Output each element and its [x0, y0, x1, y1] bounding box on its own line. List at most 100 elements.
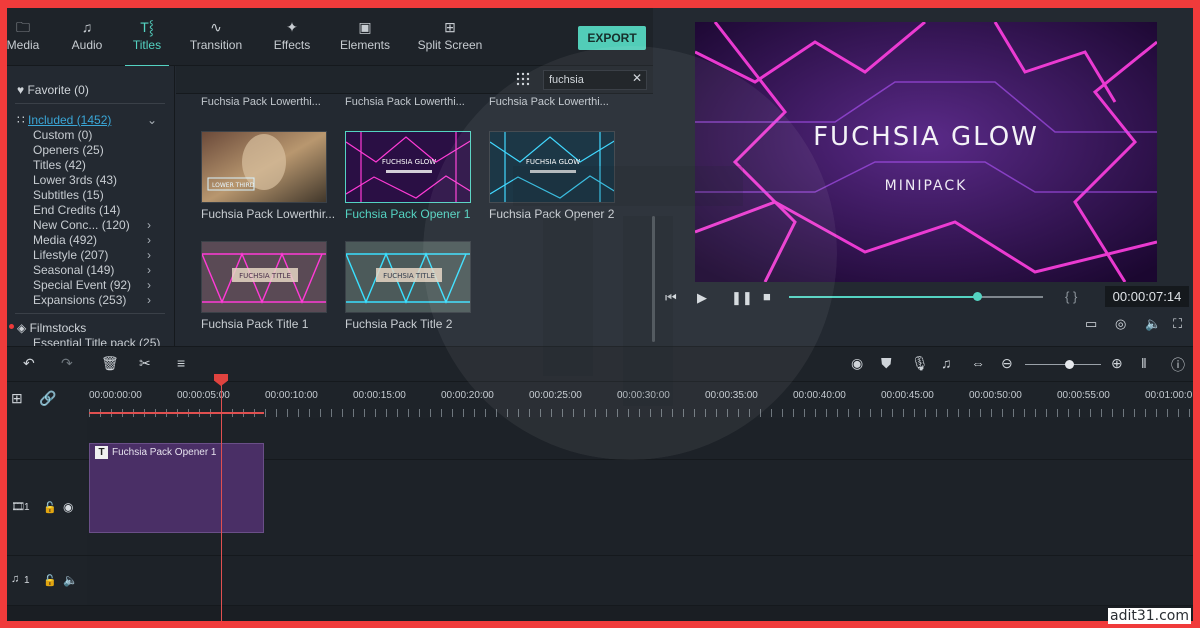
previous-frame-icon[interactable]: ⏮ — [665, 290, 677, 306]
thumbnail-label: Fuchsia Pack Lowerthir... — [201, 207, 336, 221]
chevron-right-icon[interactable]: › — [147, 293, 151, 307]
sidebar-item-lower-3rds[interactable]: Lower 3rds (43) — [33, 173, 117, 187]
chevron-right-icon[interactable]: › — [147, 263, 151, 277]
playhead-line[interactable] — [221, 384, 222, 621]
timeline-played-range — [89, 412, 264, 414]
top-pane: 🗀 Media ♫ Audio T⸾ Titles ∿ Transition ✦… — [7, 8, 1193, 350]
thumbnail-lowerthird[interactable]: LOWER THIRD — [201, 131, 327, 203]
library-scrollbar[interactable] — [652, 216, 655, 342]
grid-view-icon[interactable] — [516, 72, 530, 86]
playback-progress-bar[interactable] — [789, 292, 1043, 301]
tab-elements[interactable]: ▣ Elements — [337, 18, 393, 60]
close-icon[interactable]: ✕ — [632, 71, 642, 85]
thumbnail-opener-2[interactable]: FUCHSIA GLOW — [489, 131, 615, 203]
sidebar-item-expansions[interactable]: Expansions (253) — [33, 293, 126, 307]
mark-in-out-icon[interactable]: { } — [1065, 289, 1077, 304]
lock-icon[interactable]: 🔓 — [43, 501, 57, 514]
audio-mixer-icon[interactable]: ♫ — [941, 355, 952, 371]
sidebar-item-titles[interactable]: Titles (42) — [33, 158, 86, 172]
chevron-right-icon[interactable]: › — [147, 278, 151, 292]
add-track-icon[interactable]: ⊞ — [11, 390, 23, 407]
snapshot-icon[interactable]: ◎ — [1115, 316, 1126, 332]
list-item[interactable]: Fuchsia Pack Lowerthi... — [489, 96, 609, 108]
chevron-right-icon[interactable]: › — [147, 233, 151, 247]
media-tabs: 🗀 Media ♫ Audio T⸾ Titles ∿ Transition ✦… — [7, 8, 653, 67]
chevron-right-icon[interactable]: › — [147, 218, 151, 232]
sidebar-item-subtitles[interactable]: Subtitles (15) — [33, 188, 104, 202]
help-icon[interactable]: ⓘ — [1171, 355, 1185, 375]
render-preview-icon[interactable]: ◉ — [851, 355, 863, 372]
divider — [15, 103, 165, 104]
sidebar-item-media[interactable]: Media (492) — [33, 233, 97, 247]
svg-text:FUCHSIA TITLE: FUCHSIA TITLE — [383, 272, 435, 280]
included-item[interactable]: ∷ Included (1452) — [17, 113, 111, 127]
thumbnail-label: Fuchsia Pack Title 1 — [201, 317, 309, 331]
preview-viewer: FUCHSIA GLOW MINIPACK — [695, 22, 1157, 282]
track-header-video: 🎞 1 🔓 ◉ — [7, 460, 87, 556]
tab-media[interactable]: 🗀 Media — [7, 18, 45, 60]
chevron-down-icon[interactable]: ⌄ — [147, 113, 157, 127]
thumbnail-label: Fuchsia Pack Opener 1 — [345, 207, 471, 221]
filmstocks-item[interactable]: ◈ Filmstocks — [17, 321, 86, 335]
playback-progress-fill — [789, 296, 977, 298]
list-item[interactable]: Fuchsia Pack Lowerthi... — [201, 96, 321, 108]
layout-icon[interactable]: ‖ — [1141, 355, 1147, 371]
playback-scrubber-handle[interactable] — [972, 292, 982, 301]
sidebar-item-new-conc[interactable]: New Conc... (120) — [33, 218, 130, 232]
ruler-label: 00:00:45:00 — [881, 390, 934, 401]
category-sidebar: ♥ Favorite (0) ∷ Included (1452) ⌄ Custo… — [7, 66, 175, 350]
redo-icon[interactable]: ↷ — [61, 355, 73, 372]
tab-audio[interactable]: ♫ Audio — [67, 18, 107, 60]
microphone-icon[interactable]: 🎙 — [911, 355, 929, 372]
fit-timeline-icon[interactable]: ⇔ — [971, 355, 985, 371]
watermark-text: adit31.com — [1108, 608, 1192, 624]
sidebar-item-openers[interactable]: Openers (25) — [33, 143, 104, 157]
eye-icon[interactable]: ◉ — [63, 500, 73, 514]
delete-icon[interactable]: 🗑 — [101, 355, 119, 372]
tab-transition[interactable]: ∿ Transition — [187, 18, 245, 60]
preview-image — [695, 22, 1157, 282]
zoom-slider-handle[interactable] — [1065, 360, 1074, 369]
zoom-in-icon[interactable]: ⊕ — [1111, 355, 1123, 372]
export-button[interactable]: EXPORT — [578, 26, 646, 50]
sidebar-item-lifestyle[interactable]: Lifestyle (207) — [33, 248, 108, 262]
svg-text:FUCHSIA GLOW: FUCHSIA GLOW — [382, 158, 436, 166]
thumbnail-title-1[interactable]: FUCHSIA TITLE — [201, 241, 327, 313]
tab-effects[interactable]: ✦ Effects — [269, 18, 315, 60]
chevron-right-icon[interactable]: › — [147, 248, 151, 262]
ruler-label: 00:00:35:00 — [705, 390, 758, 401]
sidebar-item-special-event[interactable]: Special Event (92) — [33, 278, 131, 292]
pause-icon[interactable]: ❚❚ — [731, 290, 753, 306]
zoom-out-icon[interactable]: ⊖ — [1001, 355, 1013, 372]
list-item[interactable]: Fuchsia Pack Lowerthi... — [345, 96, 465, 108]
play-icon[interactable]: ▶ — [697, 290, 707, 306]
ruler-label: 00:00:10:00 — [265, 390, 318, 401]
marker-icon[interactable]: ⛊ — [881, 355, 892, 372]
divider — [15, 313, 165, 314]
fullscreen-icon[interactable]: ⛶ — [1173, 316, 1182, 332]
zoom-slider[interactable] — [1025, 360, 1101, 369]
link-icon[interactable]: 🔗 — [39, 390, 56, 407]
title-clip[interactable]: T Fuchsia Pack Opener 1 — [89, 443, 264, 533]
favorite-item[interactable]: ♥ Favorite (0) — [17, 83, 89, 97]
volume-icon[interactable]: 🔈 — [63, 573, 78, 587]
sidebar-item-end-credits[interactable]: End Credits (14) — [33, 203, 120, 217]
stop-icon[interactable]: ■ — [763, 289, 771, 304]
cut-icon[interactable]: ✂ — [139, 355, 151, 372]
tab-split-screen[interactable]: ⊞ Split Screen — [417, 18, 483, 60]
thumbnail-opener-1[interactable]: FUCHSIA GLOW — [345, 131, 471, 203]
thumbnail-title-2[interactable]: FUCHSIA TITLE — [345, 241, 471, 313]
lock-icon[interactable]: 🔓 — [43, 574, 57, 587]
undo-icon[interactable]: ↶ — [23, 355, 35, 372]
sidebar-item-seasonal[interactable]: Seasonal (149) — [33, 263, 114, 277]
adjust-icon[interactable]: ≡ — [177, 355, 185, 371]
preview-title: FUCHSIA GLOW — [813, 122, 1039, 152]
ruler-label: 00:00:00:00 — [89, 390, 142, 401]
sidebar-item-custom[interactable]: Custom (0) — [33, 128, 92, 142]
volume-icon[interactable]: 🔈 — [1145, 316, 1161, 332]
tab-titles[interactable]: T⸾ Titles — [125, 18, 169, 67]
folder-icon: 🗀 — [16, 19, 30, 35]
ruler-label: 00:00:25:00 — [529, 390, 582, 401]
audio-track[interactable] — [87, 556, 1193, 606]
render-icon[interactable]: ▭ — [1085, 316, 1097, 332]
